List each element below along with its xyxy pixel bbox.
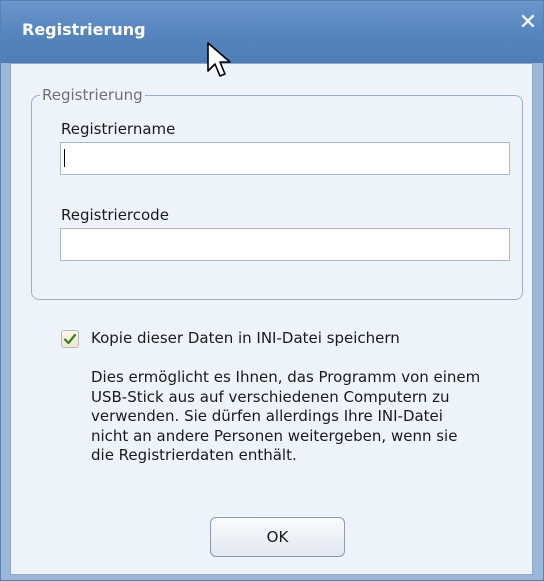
groupbox-legend: Registrierung (42, 86, 143, 104)
close-icon: ✕ (518, 10, 538, 35)
save-ini-label[interactable]: Kopie dieser Daten in INI-Datei speicher… (91, 329, 400, 347)
close-button[interactable]: ✕ (515, 11, 541, 37)
save-ini-checkbox[interactable] (61, 330, 79, 348)
registration-dialog: Registrierung ✕ Registrierung Registrier… (0, 0, 544, 581)
checkmark-icon (63, 333, 77, 345)
registration-groupbox: Registrierung (31, 86, 523, 300)
ini-description-text: Dies ermöglicht es Ihnen, das Programm v… (91, 368, 481, 464)
registration-code-label: Registriercode (61, 206, 169, 224)
registration-name-input[interactable] (60, 142, 510, 175)
registration-name-label: Registriername (61, 120, 176, 138)
window-title: Registrierung (22, 20, 146, 39)
text-caret (64, 149, 65, 167)
mouse-pointer-icon (207, 42, 231, 77)
registration-code-input[interactable] (60, 228, 510, 261)
ok-button[interactable]: OK (210, 517, 345, 557)
title-bar[interactable]: Registrierung ✕ (1, 1, 543, 63)
